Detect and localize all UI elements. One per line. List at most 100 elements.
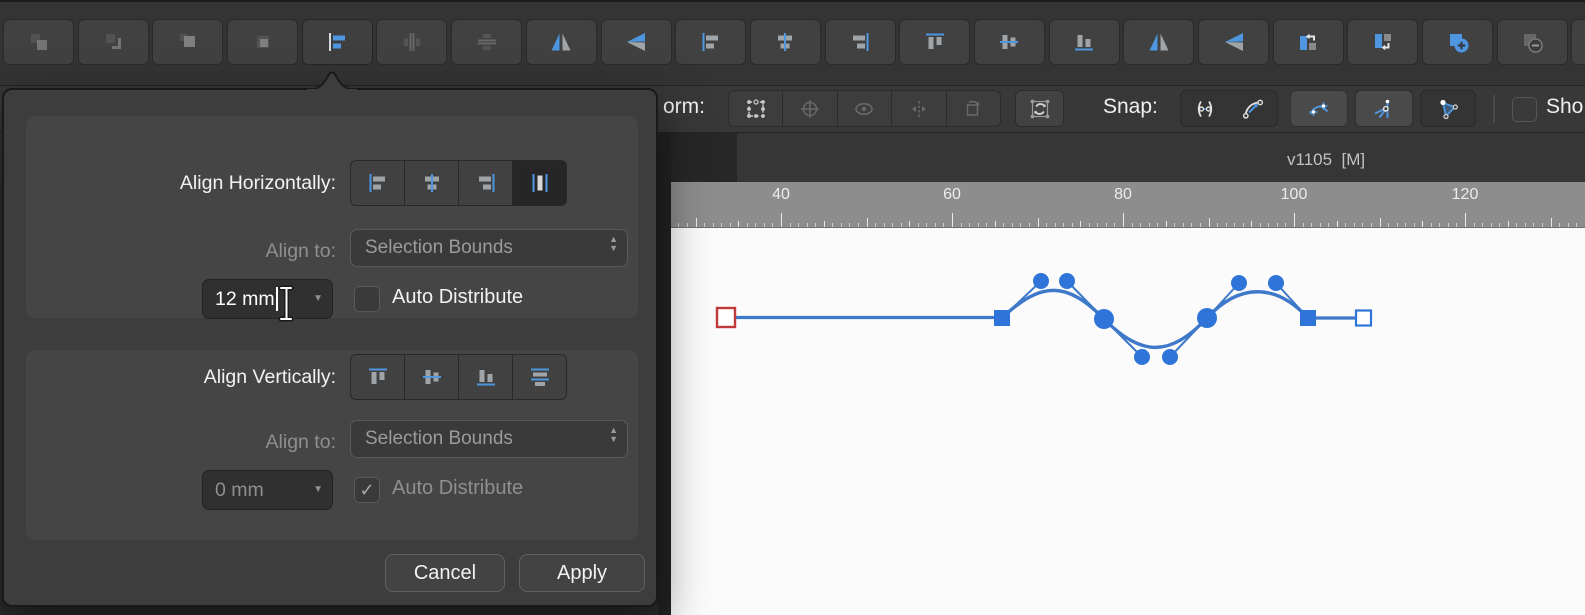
ruler-tick: [1011, 223, 1013, 227]
curve-path[interactable]: [1000, 288, 1310, 350]
flip-horizontal-button[interactable]: [525, 19, 597, 65]
vector-curve[interactable]: [671, 228, 1585, 615]
ruler-tick: [1336, 220, 1338, 227]
align-left-button[interactable]: [675, 19, 747, 65]
popup-arrow: [307, 71, 357, 91]
cycle-selection-box-button[interactable]: [1015, 90, 1064, 127]
h-auto-distribute-checkbox[interactable]: [354, 286, 380, 312]
control-handle[interactable]: [1033, 273, 1049, 289]
flip-vertical-button[interactable]: [600, 19, 672, 65]
ruler-tick: [1328, 223, 1330, 227]
h-spacing-field[interactable]: 12 mm ▼: [202, 279, 333, 319]
dropdown-arrow-icon[interactable]: ▼: [313, 293, 323, 304]
snap-to-shapes-button[interactable]: [1420, 90, 1476, 127]
sharp-node[interactable]: [1300, 310, 1316, 326]
bool-sub-icon: [1520, 30, 1544, 54]
show-checkbox[interactable]: [1512, 97, 1537, 122]
control-handle[interactable]: [1059, 273, 1075, 289]
ruler-tick: [1140, 223, 1142, 227]
boolean-partial-button[interactable]: [1571, 19, 1585, 65]
flip-vertical-alt-button[interactable]: [1198, 19, 1269, 65]
space-h-icon: [528, 171, 552, 195]
alignment-options-button[interactable]: [301, 19, 373, 65]
align-r-icon: [474, 171, 498, 195]
start-node[interactable]: [715, 306, 737, 329]
transform-origin-button[interactable]: [782, 90, 838, 127]
snap-to-curve-ends-button[interactable]: [1181, 91, 1229, 126]
ruler-tick: [695, 218, 697, 227]
align-bottom-button[interactable]: [1048, 19, 1120, 65]
ruler-tick: [1259, 223, 1261, 227]
ruler-tick: [875, 223, 877, 227]
v-auto-distribute-checkbox[interactable]: ✓: [354, 477, 380, 503]
distribute-vertical-button[interactable]: [451, 19, 523, 65]
transform-bounds-button[interactable]: [728, 90, 784, 127]
align-h-center-button[interactable]: [404, 160, 459, 206]
align-right-button[interactable]: [824, 19, 896, 65]
rotate-counterclockwise-button[interactable]: [1272, 19, 1344, 65]
stepper-icon: ▲ ▼: [609, 234, 618, 253]
align-v-top-button[interactable]: [350, 354, 405, 400]
control-handle[interactable]: [1231, 275, 1247, 291]
cancel-button[interactable]: Cancel: [385, 554, 505, 592]
arrange-to-front-button[interactable]: [152, 19, 224, 65]
arrange-move-forward-button[interactable]: [77, 19, 149, 65]
smooth-node[interactable]: [1197, 308, 1217, 328]
sharp-node[interactable]: [994, 310, 1010, 326]
align-horizontally-label: Align Horizontally:: [179, 172, 336, 194]
ruler-tick: [900, 223, 902, 227]
space-horizontally-button[interactable]: [512, 160, 567, 206]
transform-visibility-button[interactable]: [836, 90, 893, 127]
align-to-dropdown-h[interactable]: Selection Bounds ▲ ▼: [350, 229, 628, 267]
align-h-right-button[interactable]: [458, 160, 513, 206]
ruler-tick: [832, 223, 834, 227]
v-spacing-field[interactable]: 0 mm ▼: [202, 470, 333, 510]
align-center-button[interactable]: [749, 19, 821, 65]
flip-h-icon: [549, 30, 573, 54]
align-to-label-h: Align to:: [265, 240, 336, 262]
horizontal-ruler[interactable]: 40 60 80 100 120: [671, 182, 1585, 228]
snap-to-curves-button[interactable]: [1229, 91, 1277, 126]
ruler-tick: [1465, 213, 1466, 227]
align-top-button[interactable]: [899, 19, 971, 65]
align-h-left-button[interactable]: [350, 160, 405, 206]
t-eye-icon: [852, 97, 876, 121]
document-tab[interactable]: v1105 [M]: [1287, 150, 1365, 170]
smooth-node[interactable]: [1094, 309, 1114, 329]
apply-button[interactable]: Apply: [519, 554, 645, 592]
boolean-subtract-button[interactable]: [1496, 19, 1568, 65]
transform-rotation-button[interactable]: [945, 90, 1001, 127]
ruler-label: 100: [1280, 186, 1308, 203]
end-node[interactable]: [1354, 309, 1373, 327]
control-handle[interactable]: [1268, 275, 1284, 291]
rotate-clockwise-button[interactable]: [1347, 19, 1419, 65]
ruler-tick: [1319, 223, 1321, 227]
flip-horizontal-alt-button[interactable]: [1123, 19, 1195, 65]
snap-to-geometry-button[interactable]: [1290, 90, 1348, 127]
align-v-bottom-button[interactable]: [458, 354, 513, 400]
boolean-add-button[interactable]: [1422, 19, 1494, 65]
ruler-tick: [1447, 223, 1449, 227]
control-handle[interactable]: [1162, 349, 1178, 365]
align-v-middle-button[interactable]: [404, 354, 459, 400]
ruler-tick: [721, 223, 723, 227]
ruler-tick: [1353, 223, 1355, 227]
align-to-dropdown-v[interactable]: Selection Bounds ▲ ▼: [350, 420, 628, 458]
space-vertically-button[interactable]: [512, 354, 567, 400]
snap-to-construction-button[interactable]: [1355, 90, 1413, 127]
align-middle-button[interactable]: [973, 19, 1045, 65]
ruler-tick: [1499, 223, 1501, 227]
arrange-to-back-button[interactable]: [227, 19, 299, 65]
ruler-tick: [1413, 223, 1415, 227]
arrange-move-back-button[interactable]: [3, 19, 74, 65]
transform-mirror-button[interactable]: [891, 90, 947, 127]
ruler-tick: [1422, 220, 1424, 227]
application-window: orm: Snap: Sho v1105 [M] 40 60 80 100 120 Al…: [0, 0, 1585, 615]
ruler-tick: [1559, 223, 1561, 227]
arrange-forward-icon: [101, 30, 125, 54]
dropdown-arrow-icon[interactable]: ▼: [313, 484, 323, 495]
snap-label: Snap:: [1103, 95, 1158, 118]
distribute-horizontal-button[interactable]: [376, 19, 448, 65]
control-handle[interactable]: [1134, 349, 1150, 365]
ruler-tick: [883, 223, 885, 227]
